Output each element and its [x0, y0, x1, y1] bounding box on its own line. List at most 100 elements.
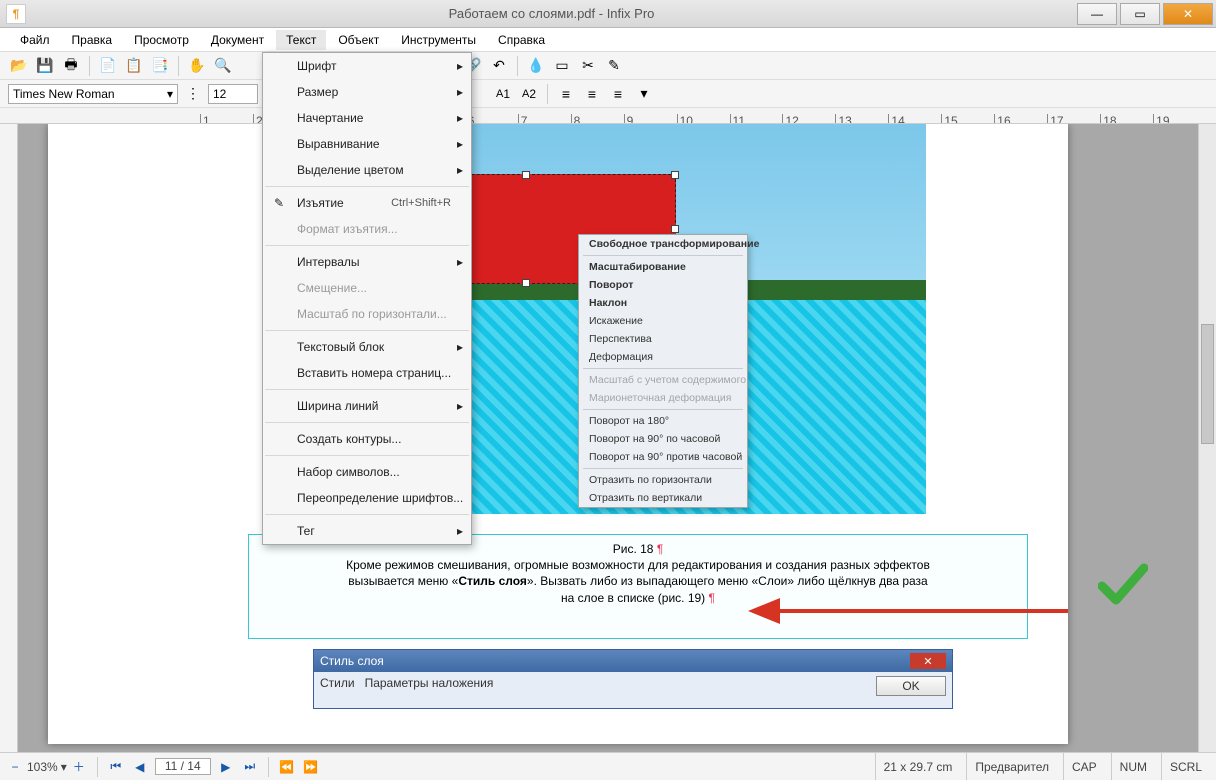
- scrollbar-thumb[interactable]: [1201, 324, 1214, 444]
- font-button[interactable]: ⋮: [182, 83, 204, 105]
- save-icon[interactable]: 💾: [34, 55, 56, 77]
- text-menu-item[interactable]: Набор символов...: [263, 459, 471, 485]
- text-menu-item[interactable]: Вставить номера страниц...: [263, 360, 471, 386]
- preview-label: Предварител: [966, 753, 1057, 780]
- paste-icon[interactable]: 📋: [123, 55, 145, 77]
- menu-edit[interactable]: Правка: [62, 30, 123, 50]
- select-icon[interactable]: ▭: [551, 55, 573, 77]
- submenu-arrow-icon: ▸: [457, 85, 463, 99]
- menu-item-label: Вставить номера страниц...: [297, 366, 451, 380]
- context-menu-item[interactable]: Поворот на 90° по часовой: [579, 430, 747, 448]
- context-menu-item[interactable]: Поворот на 90° против часовой: [579, 448, 747, 466]
- paragraph-line2a: вызывается меню «: [348, 574, 458, 588]
- annotation-check-icon: [1098, 562, 1148, 606]
- align-dropdown[interactable]: ▾: [633, 83, 655, 105]
- doc-icon[interactable]: 📑: [149, 55, 171, 77]
- close-button[interactable]: ✕: [1163, 3, 1213, 25]
- page: Рис. 18 ¶ Кроме режимов смешивания, огро…: [48, 124, 1068, 744]
- paragraph-line2b: ». Вызвать либо из выпадающего меню «Сло…: [527, 574, 928, 588]
- context-menu-item: Масштаб с учетом содержимого: [579, 371, 747, 389]
- copy-icon[interactable]: 📄: [97, 55, 119, 77]
- text-menu-item[interactable]: Текстовый блок▸: [263, 334, 471, 360]
- chevron-down-icon[interactable]: ▾: [61, 760, 67, 774]
- context-menu-item[interactable]: Отразить по горизонтали: [579, 471, 747, 489]
- context-menu-item[interactable]: Искажение: [579, 312, 747, 330]
- zoom-out-button[interactable]: −: [6, 759, 24, 775]
- context-menu-item[interactable]: Деформация: [579, 348, 747, 366]
- text-menu-item[interactable]: Переопределение шрифтов...: [263, 485, 471, 511]
- text-menu-item[interactable]: ✎ИзъятиеCtrl+Shift+R: [263, 190, 471, 216]
- text-menu-item[interactable]: Шрифт▸: [263, 53, 471, 79]
- size-select[interactable]: 12: [208, 84, 258, 104]
- prev-page-button[interactable]: ◀: [131, 759, 149, 775]
- text-menu-item[interactable]: Тег▸: [263, 518, 471, 544]
- page-indicator[interactable]: 11 / 14: [155, 758, 211, 775]
- menu-item-label: Набор символов...: [297, 465, 400, 479]
- hand-icon[interactable]: ✋: [186, 55, 208, 77]
- maximize-button[interactable]: ▭: [1120, 3, 1160, 25]
- text-menu-item[interactable]: Выделение цветом▸: [263, 157, 471, 183]
- text-menu-item[interactable]: Размер▸: [263, 79, 471, 105]
- menu-tools[interactable]: Инструменты: [391, 30, 486, 50]
- inner-dialog: Стиль слоя ✕ Стили Параметры наложения O…: [313, 649, 953, 709]
- text-menu-item[interactable]: Создать контуры...: [263, 426, 471, 452]
- eyedrop-icon[interactable]: 💧: [525, 55, 547, 77]
- zoom-in-button[interactable]: ＋: [70, 759, 88, 775]
- context-menu-item[interactable]: Масштабирование: [579, 258, 747, 276]
- paragraph-line1: Кроме режимов смешивания, огромные возмо…: [257, 557, 1019, 573]
- inner-close-button[interactable]: ✕: [910, 653, 946, 669]
- inner-dialog-title: Стиль слоя ✕: [314, 650, 952, 672]
- minimize-button[interactable]: —: [1077, 3, 1117, 25]
- align-left-icon[interactable]: ≡: [555, 83, 577, 105]
- undo-icon[interactable]: ↶: [488, 55, 510, 77]
- zoom-level: 103%: [27, 760, 58, 774]
- menu-view[interactable]: Просмотр: [124, 30, 199, 50]
- cap-indicator: CAP: [1063, 753, 1105, 780]
- first-page-button[interactable]: ⏮: [107, 759, 125, 775]
- print-icon[interactable]: 🖶: [60, 55, 82, 77]
- context-menu-item[interactable]: Наклон: [579, 294, 747, 312]
- menu-text[interactable]: Текст: [276, 30, 326, 50]
- num-indicator: NUM: [1111, 753, 1155, 780]
- inner-ok-button[interactable]: OK: [876, 676, 946, 696]
- menu-object[interactable]: Объект: [328, 30, 389, 50]
- submenu-arrow-icon: ▸: [457, 163, 463, 177]
- font-select[interactable]: Times New Roman▾: [8, 84, 178, 104]
- menu-document[interactable]: Документ: [201, 30, 274, 50]
- context-menu-item[interactable]: Поворот на 180°: [579, 412, 747, 430]
- context-menu-item[interactable]: Поворот: [579, 276, 747, 294]
- ruler-vertical: [0, 124, 18, 752]
- scrl-indicator: SCRL: [1161, 753, 1210, 780]
- menu-file[interactable]: Файл: [10, 30, 60, 50]
- superscript-icon[interactable]: A1: [492, 83, 514, 105]
- scrollbar-vertical[interactable]: [1198, 124, 1216, 752]
- next-page-button[interactable]: ▶: [217, 759, 235, 775]
- zoom-icon[interactable]: 🔍: [212, 55, 234, 77]
- open-icon[interactable]: 📂: [8, 55, 30, 77]
- menu-help[interactable]: Справка: [488, 30, 555, 50]
- inner-group2: Параметры наложения: [365, 676, 494, 696]
- subscript-icon[interactable]: A2: [518, 83, 540, 105]
- nav-fwd-button[interactable]: ⏩: [302, 759, 320, 775]
- text-block[interactable]: Рис. 18 ¶ Кроме режимов смешивания, огро…: [248, 534, 1028, 639]
- text-menu-item[interactable]: Ширина линий▸: [263, 393, 471, 419]
- pilcrow-icon: ¶: [657, 542, 663, 556]
- crop-icon[interactable]: ✂: [577, 55, 599, 77]
- align-center-icon[interactable]: ≡: [581, 83, 603, 105]
- text-menu-item[interactable]: Выравнивание▸: [263, 131, 471, 157]
- context-menu-item[interactable]: Свободное трансформирование: [579, 235, 747, 253]
- text-menu-item[interactable]: Начертание▸: [263, 105, 471, 131]
- context-menu-item[interactable]: Отразить по вертикали: [579, 489, 747, 507]
- context-menu-item: Марионеточная деформация: [579, 389, 747, 407]
- separator: [268, 757, 269, 777]
- menu-item-label: Тег: [297, 524, 315, 538]
- menu-item-label: Смещение...: [297, 281, 367, 295]
- context-menu-item[interactable]: Перспектива: [579, 330, 747, 348]
- app-icon: ¶: [6, 4, 26, 24]
- last-page-button[interactable]: ⏭: [241, 759, 259, 775]
- menu-item-label: Переопределение шрифтов...: [297, 491, 463, 505]
- align-right-icon[interactable]: ≡: [607, 83, 629, 105]
- nav-back-button[interactable]: ⏪: [278, 759, 296, 775]
- text-menu-item[interactable]: Интервалы▸: [263, 249, 471, 275]
- edit-icon[interactable]: ✎: [603, 55, 625, 77]
